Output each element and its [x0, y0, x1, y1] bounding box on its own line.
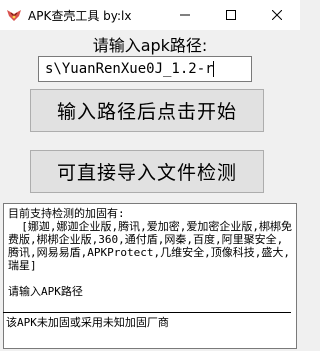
- maximize-icon: [226, 10, 236, 20]
- title-bar: APK查壳工具 by:lx: [0, 0, 300, 30]
- apk-path-input[interactable]: s\YuanRenXue0J_1.2-r: [38, 56, 252, 82]
- path-prompt-label: 请输入apk路径:: [92, 36, 208, 55]
- minimize-button[interactable]: [162, 0, 208, 30]
- close-button[interactable]: [254, 0, 300, 30]
- apk-path-value: s\YuanRenXue0J_1.2-r: [45, 61, 214, 77]
- detection-result-text: 该APK未加固或采用未知加固厂商: [6, 316, 169, 329]
- maximize-button[interactable]: [208, 0, 254, 30]
- text-caret: [212, 61, 214, 77]
- start-detect-button[interactable]: 输入路径后点击开始: [30, 89, 264, 132]
- app-logo-icon: [6, 7, 22, 23]
- window-title: APK查壳工具 by:lx: [28, 9, 132, 23]
- result-divider: [3, 312, 291, 313]
- close-icon: [272, 10, 282, 20]
- import-file-button[interactable]: 可直接导入文件检测: [30, 150, 264, 193]
- supported-packers-text: 目前支持检测的加固有: [娜迦,娜迦企业版,腾讯,爱加密,爱加密企业版,梆梆免费…: [8, 207, 292, 298]
- minimize-icon: [180, 10, 190, 20]
